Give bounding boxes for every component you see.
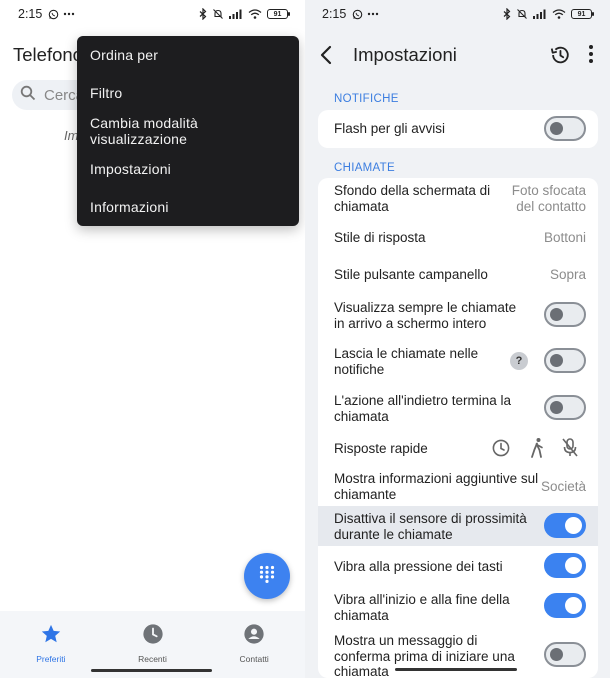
dialpad-icon: [259, 565, 275, 588]
person-icon: [243, 623, 265, 650]
phone-app-screen: 2:15 91 Telefono Cerca Im Ordina per Fil…: [0, 0, 305, 678]
signal-icon: [229, 9, 243, 19]
bluetooth-icon: [503, 8, 511, 20]
setting-value: Società: [540, 479, 586, 494]
setting-value: Bottoni: [543, 230, 586, 245]
setting-vibra-inizio[interactable]: Vibra all'inizio e alla fine della chiam…: [318, 588, 598, 628]
clock-icon: [142, 623, 164, 650]
indietro-toggle[interactable]: [544, 395, 586, 420]
whatsapp-icon: [352, 9, 363, 20]
setting-label: Flash per gli avvisi: [334, 121, 446, 136]
app-title: Telefono: [13, 44, 83, 65]
menu-item-ordina-per[interactable]: Ordina per: [77, 36, 299, 74]
nav-recenti[interactable]: Recenti: [102, 611, 204, 678]
menu-item-cambia-visualizzazione[interactable]: Cambia modalità visualizzazione: [77, 112, 299, 150]
setting-label: Disattiva il sensore di prossimità duran…: [334, 511, 527, 542]
more-notifications-icon: [63, 12, 75, 16]
setting-value: Sopra: [549, 267, 586, 282]
battery-indicator: 91: [571, 9, 594, 19]
nav-label-preferiti: Preferiti: [36, 654, 66, 664]
setting-label: Sfondo della schermata di chiamata: [334, 183, 491, 214]
menu-item-filtro[interactable]: Filtro: [77, 74, 299, 112]
vibra-inizio-toggle[interactable]: [544, 593, 586, 618]
status-time: 2:15: [322, 7, 347, 21]
battery-indicator: 91: [267, 9, 290, 19]
bottom-navigation: Preferiti Recenti Contatti: [0, 611, 305, 678]
setting-sfondo[interactable]: Sfondo della schermata di chiamata Foto …: [318, 178, 598, 220]
muted-bell-icon: [212, 8, 224, 20]
muted-bell-icon: [516, 8, 528, 20]
nav-label-contatti: Contatti: [239, 654, 269, 664]
setting-lascia-notifiche[interactable]: Lascia le chiamate nelle notifiche ?: [318, 342, 598, 384]
flash-toggle[interactable]: [544, 116, 586, 141]
walking-person-icon[interactable]: [528, 437, 546, 464]
setting-label: L'azione all'indietro termina la chiamat…: [334, 393, 512, 424]
more-notifications-icon: [367, 12, 379, 16]
setting-label: Mostra informazioni aggiuntive sul chiam…: [334, 471, 539, 502]
setting-label: Stile pulsante campanello: [334, 267, 488, 282]
back-arrow-icon[interactable]: [317, 44, 337, 71]
setting-label: Risposte rapide: [334, 441, 428, 456]
setting-info-aggiuntive[interactable]: Mostra informazioni aggiuntive sul chiam…: [318, 468, 598, 504]
setting-sensore[interactable]: Disattiva il sensore di prossimità duran…: [318, 506, 598, 546]
search-icon: [20, 85, 36, 106]
setting-label: Vibra all'inizio e alla fine della chiam…: [334, 592, 510, 623]
status-bar: 2:15 91: [322, 0, 594, 28]
settings-header: Impostazioni: [305, 28, 610, 82]
overflow-menu: Ordina per Filtro Cambia modalità visual…: [77, 36, 299, 226]
menu-item-impostazioni[interactable]: Impostazioni: [77, 150, 299, 188]
clock-outline-icon[interactable]: [491, 438, 511, 463]
wifi-icon: [248, 9, 262, 19]
setting-vibra-tasti[interactable]: Vibra alla pressione dei tasti: [318, 550, 598, 582]
conferma-toggle[interactable]: [544, 642, 586, 667]
status-time: 2:15: [18, 7, 43, 21]
setting-label: Visualizza sempre le chiamate in arrivo …: [334, 300, 517, 331]
setting-label: Mostra un messaggio di conferma prima di…: [334, 633, 515, 678]
setting-stile-campanello[interactable]: Stile pulsante campanello Sopra: [318, 258, 598, 294]
star-icon: [40, 623, 62, 650]
setting-indietro[interactable]: L'azione all'indietro termina la chiamat…: [318, 389, 598, 431]
setting-label: Lascia le chiamate nelle notifiche: [334, 346, 479, 377]
mic-off-icon[interactable]: [561, 437, 579, 464]
gesture-bar: [395, 668, 517, 671]
gesture-bar: [91, 669, 212, 672]
dialpad-button[interactable]: [244, 553, 290, 599]
wifi-icon: [552, 9, 566, 19]
history-icon[interactable]: [549, 44, 571, 71]
setting-label: Vibra alla pressione dei tasti: [334, 559, 503, 574]
nav-preferiti[interactable]: Preferiti: [0, 611, 102, 678]
page-title: Impostazioni: [353, 44, 457, 65]
setting-value: Foto sfocata del contatto: [511, 183, 586, 214]
setting-stile-risposta[interactable]: Stile di risposta Bottoni: [318, 221, 598, 257]
nav-label-recenti: Recenti: [138, 654, 167, 664]
section-label-notifiche: NOTIFICHE: [334, 93, 399, 105]
help-icon[interactable]: ?: [510, 352, 528, 370]
schermo-intero-toggle[interactable]: [544, 302, 586, 327]
bluetooth-icon: [199, 8, 207, 20]
settings-screen: 2:15 91 Impostazioni NOTIFICHE Flash per…: [305, 0, 610, 678]
setting-schermo-intero[interactable]: Visualizza sempre le chiamate in arrivo …: [318, 296, 598, 338]
lascia-notifiche-toggle[interactable]: [544, 348, 586, 373]
signal-icon: [533, 9, 547, 19]
status-bar: 2:15 91: [18, 0, 290, 28]
setting-flash[interactable]: Flash per gli avvisi: [318, 110, 598, 148]
sensore-toggle[interactable]: [544, 513, 586, 538]
setting-risposte-rapide[interactable]: Risposte rapide: [318, 432, 598, 464]
whatsapp-icon: [48, 9, 59, 20]
nav-contatti[interactable]: Contatti: [203, 611, 305, 678]
setting-label: Stile di risposta: [334, 230, 426, 245]
section-label-chiamate: CHIAMATE: [334, 162, 395, 174]
more-options-icon[interactable]: [588, 44, 594, 69]
menu-item-informazioni[interactable]: Informazioni: [77, 188, 299, 226]
vibra-tasti-toggle[interactable]: [544, 553, 586, 578]
